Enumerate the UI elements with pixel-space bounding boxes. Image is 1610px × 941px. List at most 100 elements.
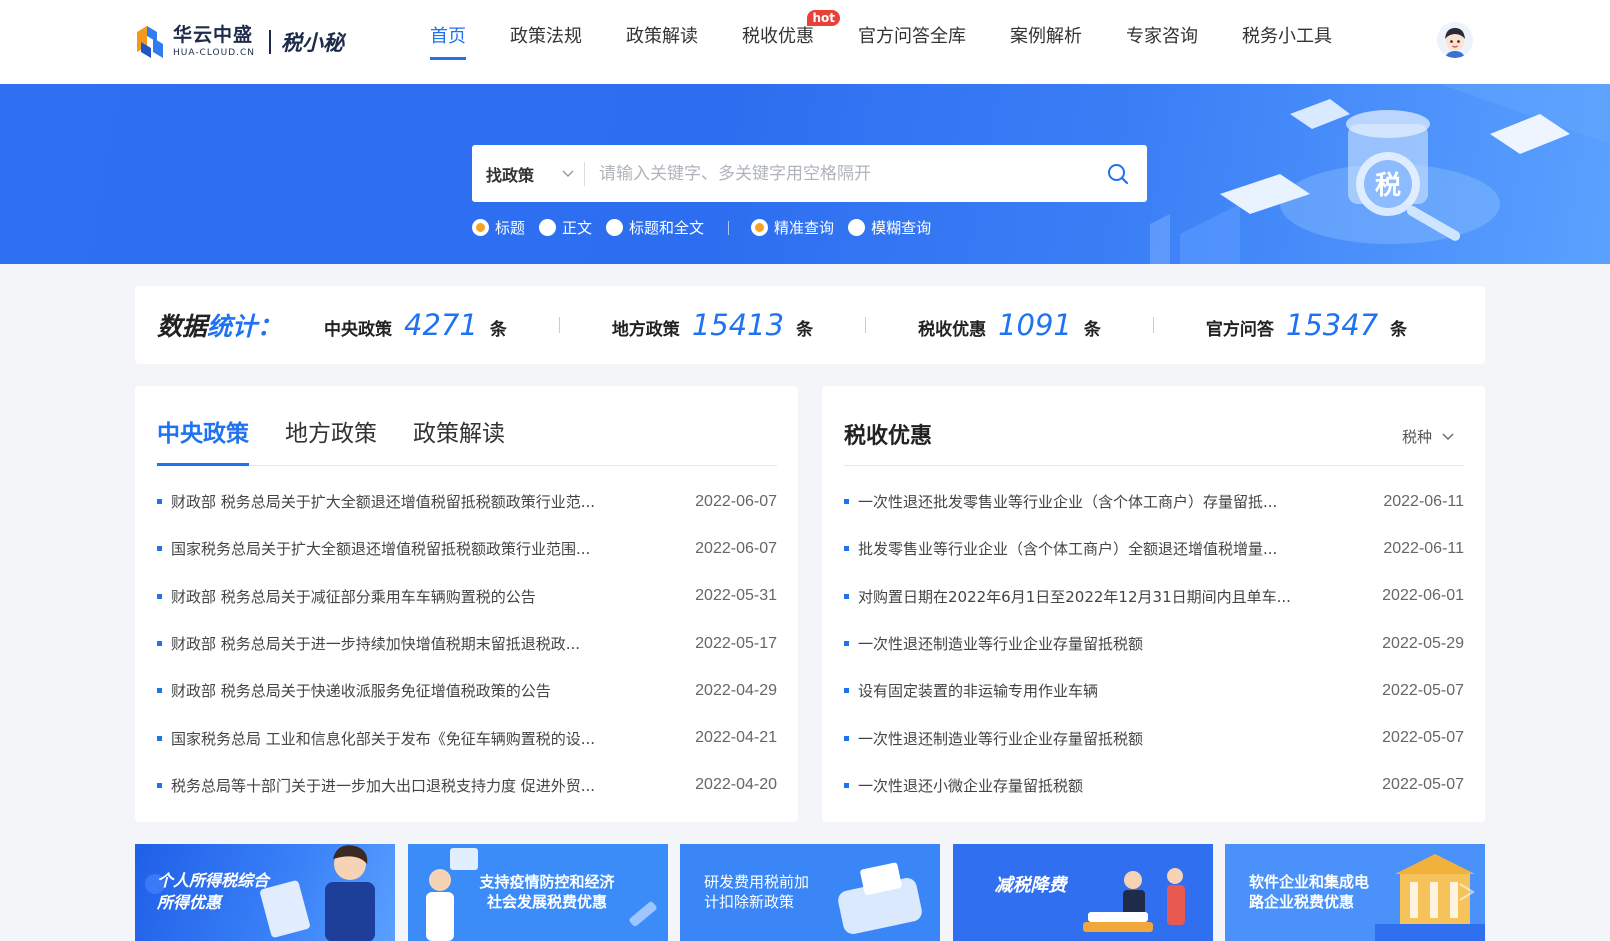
policy-panel: 中央政策 地方政策 政策解读 财政部 税务总局关于扩大全额退还增值税留抵税额政策… (135, 386, 798, 822)
list-item-title: 一次性退还制造业等行业企业存量留抵税额 (858, 729, 1144, 748)
stat-local-policy: 地方政策 15413 条 (612, 308, 813, 342)
stat-divider (865, 317, 867, 333)
search-box: 找政策 (472, 145, 1147, 202)
nav-label: 政策法规 (510, 26, 582, 47)
list-item[interactable]: 一次性退还制造业等行业企业存量留抵税额 2022-05-07 (844, 714, 1464, 761)
list-item-title: 财政部 税务总局关于扩大全额退还增值税留抵税额政策行业范... (171, 493, 596, 512)
nav-item-policy-interpretation[interactable]: 政策解读 (626, 0, 698, 84)
stat-label: 税收优惠 (918, 320, 987, 340)
list-item[interactable]: 国家税务总局 工业和信息化部关于发布《免征车辆购置税的设... 2022-04-2… (157, 714, 777, 761)
options-divider (728, 220, 730, 235)
search-type-label: 找政策 (486, 165, 535, 185)
chevron-down-icon (562, 170, 574, 177)
radio-unchecked-icon (606, 219, 624, 236)
tax-incentives-header: 税收优惠 税种 (844, 386, 1464, 466)
list-item-title: 一次性退还制造业等行业企业存量留抵税额 (858, 635, 1144, 654)
tab-central-policy[interactable]: 中央政策 (157, 386, 249, 466)
card-title-line1: 支持疫情防控和经济 (479, 873, 615, 891)
radio-label: 标题 (495, 219, 526, 237)
chevron-down-icon (1442, 433, 1454, 440)
search-type-select[interactable]: 找政策 (472, 162, 584, 186)
svg-text:税: 税 (1375, 171, 1401, 201)
top-header: 华云中盛 HUA-CLOUD.CN 税小秘 首页 政策法规 政策解读 税收优惠 … (0, 0, 1610, 84)
card-title-line2: 社会发展税费优惠 (487, 893, 608, 912)
brand-logo[interactable]: 华云中盛 HUA-CLOUD.CN 税小秘 (133, 22, 344, 62)
tab-policy-interpretation[interactable]: 政策解读 (413, 386, 505, 466)
list-item-title: 一次性退还小微企业存量留抵税额 (858, 776, 1084, 795)
card-title-line1: 研发费用税前加 (704, 873, 810, 891)
policy-tabs: 中央政策 地方政策 政策解读 (157, 386, 777, 466)
stats-title-b: 统计： (207, 312, 283, 341)
list-item[interactable]: 设有固定装置的非运输专用作业车辆 2022-05-07 (844, 667, 1464, 714)
list-item[interactable]: 批发零售业等行业企业（含个体工商户）全额退还增值税增量... 2022-06-11 (844, 525, 1464, 572)
bullet-icon (844, 641, 849, 647)
radio-mode-exact[interactable]: 精准查询 (751, 217, 834, 238)
user-avatar[interactable] (1437, 22, 1473, 58)
stat-value: 1091 (998, 308, 1072, 342)
user-avatar-icon (1437, 22, 1473, 58)
list-item[interactable]: 国家税务总局关于扩大全额退还增值税留抵税额政策行业范围... 2022-06-07 (157, 525, 777, 572)
list-item-date: 2022-05-31 (695, 587, 777, 605)
list-item[interactable]: 一次性退还小微企业存量留抵税额 2022-05-07 (844, 762, 1464, 809)
search-icon (1108, 163, 1129, 184)
nav-item-tax-incentives[interactable]: 税收优惠 hot (742, 0, 840, 84)
main-nav: 首页 政策法规 政策解读 税收优惠 hot 官方问答全库 案例解析 专家咨询 税… (430, 0, 1376, 84)
radio-scope-body[interactable]: 正文 (539, 217, 592, 238)
list-item-date: 2022-06-11 (1383, 539, 1464, 557)
tax-illustration-icon: 税 (1150, 84, 1610, 264)
list-item[interactable]: 税务总局等十部门关于进一步加大出口退税支持力度 促进外贸... 2022-04-2… (157, 762, 777, 809)
nav-item-official-qa[interactable]: 官方问答全库 (858, 0, 966, 84)
nav-label: 首页 (430, 26, 466, 47)
list-item-title: 设有固定装置的非运输专用作业车辆 (858, 682, 1099, 701)
radio-scope-title[interactable]: 标题 (472, 217, 525, 238)
stat-unit: 条 (1390, 320, 1408, 340)
card-individual-income-tax[interactable]: 个人所得税综合 所得优惠 (135, 844, 395, 941)
filter-label: 税种 (1401, 428, 1432, 446)
stat-label: 中央政策 (324, 320, 392, 340)
hot-badge: hot (807, 10, 840, 26)
nav-item-expert-consult[interactable]: 专家咨询 (1126, 0, 1198, 84)
nav-item-case-analysis[interactable]: 案例解析 (1010, 0, 1082, 84)
nav-item-home[interactable]: 首页 (430, 0, 466, 84)
stat-tax-incentives: 税收优惠 1091 条 (918, 308, 1101, 342)
list-item[interactable]: 财政部 税务总局关于减征部分乘用车车辆购置税的公告 2022-05-31 (157, 573, 777, 620)
radio-checked-icon (472, 219, 489, 236)
tab-local-policy[interactable]: 地方政策 (285, 386, 377, 466)
bullet-icon (157, 782, 162, 788)
nav-label: 政策解读 (626, 26, 698, 47)
list-item-date: 2022-05-07 (1382, 681, 1464, 699)
bullet-icon (844, 782, 849, 788)
radio-mode-fuzzy[interactable]: 模糊查询 (848, 217, 931, 238)
search-button[interactable] (1089, 145, 1147, 202)
list-item[interactable]: 财政部 税务总局关于进一步持续加快增值税期末留抵退税政... 2022-05-17 (157, 620, 777, 667)
list-item[interactable]: 财政部 税务总局关于扩大全额退还增值税留抵税额政策行业范... 2022-06-0… (157, 478, 777, 525)
stat-value: 15347 (1285, 308, 1379, 342)
search-input[interactable] (585, 145, 1089, 202)
tax-type-filter[interactable]: 税种 (1402, 426, 1454, 447)
list-item-date: 2022-05-07 (1382, 776, 1464, 794)
stat-label: 地方政策 (611, 320, 680, 340)
radio-label: 标题和全文 (629, 219, 705, 237)
card-rd-deduction[interactable]: 研发费用税前加 计扣除新政策 (680, 844, 940, 941)
radio-label: 精准查询 (774, 219, 835, 237)
stat-unit: 条 (1083, 320, 1101, 340)
bullet-icon (157, 735, 162, 741)
radio-scope-title-fulltext[interactable]: 标题和全文 (606, 217, 704, 238)
list-item[interactable]: 一次性退还批发零售业等行业企业（含个体工商户）存量留抵... 2022-06-11 (844, 478, 1464, 525)
list-item-date: 2022-06-01 (1382, 587, 1464, 605)
search-banner: 税 找政策 标题 正文 标题和全文 精准查询 模糊查询 (0, 84, 1610, 264)
card-software-ic[interactable]: 软件企业和集成电 路企业税费优惠 (1225, 844, 1485, 941)
stats-title: 数据统计： (157, 307, 322, 343)
radio-unchecked-icon (539, 219, 557, 236)
card-epidemic-support[interactable]: 支持疫情防控和经济 社会发展税费优惠 (407, 844, 668, 941)
card-tax-reduction[interactable]: 减税降费 (952, 844, 1213, 941)
nav-item-policy-regulations[interactable]: 政策法规 (510, 0, 582, 84)
bullet-icon (844, 499, 849, 505)
bullet-icon (844, 735, 849, 741)
list-item[interactable]: 对购置日期在2022年6月1日至2022年12月31日期间内且单车... 2022… (844, 573, 1464, 620)
bullet-icon (844, 546, 849, 552)
nav-item-tax-tools[interactable]: 税务小工具 (1242, 0, 1332, 84)
radio-unchecked-icon (848, 219, 866, 236)
list-item[interactable]: 一次性退还制造业等行业企业存量留抵税额 2022-05-29 (844, 620, 1464, 667)
list-item[interactable]: 财政部 税务总局关于快递收派服务免征增值税政策的公告 2022-04-29 (157, 667, 777, 714)
